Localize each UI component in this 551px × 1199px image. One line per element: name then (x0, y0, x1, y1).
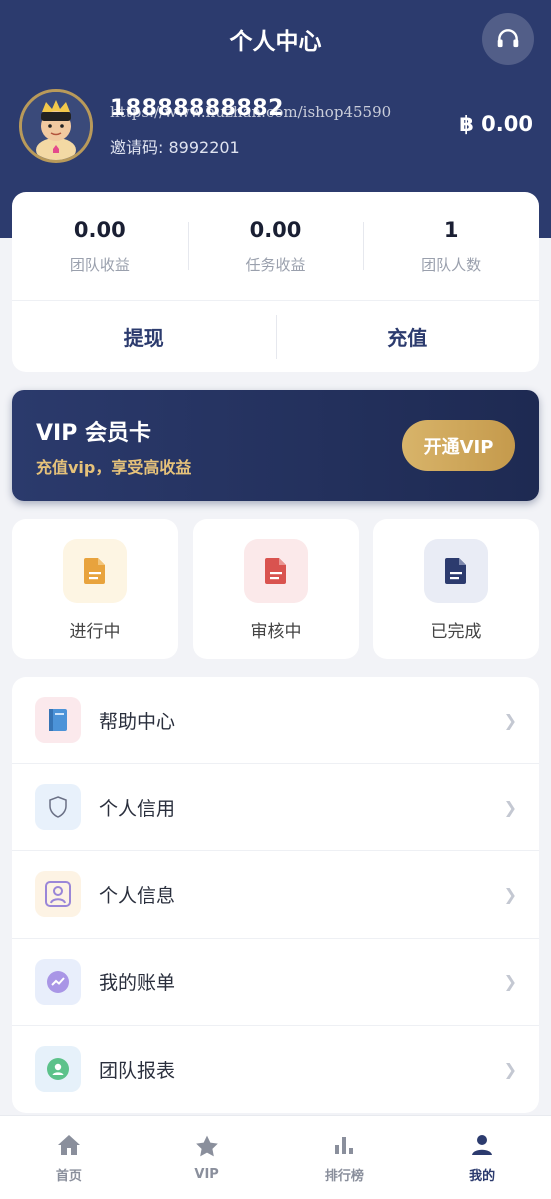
menu-item-my-bill[interactable]: 我的账单 ❯ (12, 939, 539, 1026)
menu-icon-wrap (35, 697, 81, 744)
username: 18888888882 (110, 96, 284, 121)
headset-icon (497, 29, 519, 48)
chevron-right-icon: ❯ (503, 972, 517, 992)
chevron-right-icon: ❯ (503, 710, 517, 730)
open-vip-button[interactable]: 开通VIP (402, 420, 515, 471)
tab-vip[interactable]: VIP (138, 1116, 276, 1199)
stat-value: 0.00 (249, 217, 302, 242)
task-completed[interactable]: 已完成 (373, 519, 539, 659)
stat-label: 任务收益 (245, 255, 306, 274)
avatar[interactable] (19, 89, 93, 163)
book-icon (49, 709, 67, 732)
stats-card: 0.00 团队收益 0.00 任务收益 1 团队人数 提现 充值 (12, 192, 539, 372)
tab-label: 排行榜 (324, 1169, 364, 1184)
task-label: 已完成 (430, 622, 482, 642)
page-title: 个人中心 (229, 29, 322, 55)
menu-label: 个人信息 (99, 884, 176, 907)
vip-card[interactable]: VIP 会员卡 充值vip，享受高收益 开通VIP (12, 390, 539, 501)
avatar-cartoon-icon (22, 92, 90, 160)
file-icon (445, 558, 466, 584)
stat-value: 0.00 (73, 217, 126, 242)
task-under-review[interactable]: 审核中 (193, 519, 359, 659)
file-icon (265, 558, 286, 584)
file-icon (84, 558, 105, 584)
task-icon-wrap (424, 539, 488, 603)
action-row: 提现 充值 (12, 301, 539, 372)
menu-item-personal-info[interactable]: 个人信息 ❯ (12, 851, 539, 939)
menu-label: 帮助中心 (99, 710, 176, 733)
bottom-tab-bar: 首页 VIP 排行榜 我的 (0, 1115, 551, 1199)
menu-item-personal-credit[interactable]: 个人信用 ❯ (12, 764, 539, 852)
menu-item-team-report[interactable]: 团队报表 ❯ (12, 1026, 539, 1113)
menu-list: 帮助中心 ❯ 个人信用 ❯ 个人信息 ❯ 我的账单 ❯ 团队报表 ❯ (12, 677, 539, 1113)
stat-team-size: 1 团队人数 (363, 192, 539, 300)
task-icon-wrap (63, 539, 127, 603)
menu-icon-wrap (35, 1046, 81, 1093)
trend-chart-icon (47, 970, 69, 993)
chevron-right-icon: ❯ (503, 797, 517, 817)
invite-code: 邀请码: 8992201 (110, 134, 240, 158)
menu-label: 团队报表 (99, 1059, 176, 1082)
menu-label: 我的账单 (99, 972, 176, 995)
task-label: 审核中 (250, 622, 302, 642)
tab-label: VIP (194, 1167, 219, 1182)
star-icon (193, 1133, 221, 1161)
tab-label: 我的 (469, 1169, 496, 1184)
task-label: 进行中 (69, 622, 121, 642)
stat-task-income: 0.00 任务收益 (187, 192, 364, 300)
menu-icon-wrap (35, 958, 81, 1005)
task-in-progress[interactable]: 进行中 (12, 519, 178, 659)
user-icon (468, 1131, 496, 1159)
menu-icon-wrap (35, 871, 81, 918)
stat-label: 团队收益 (69, 255, 130, 274)
withdraw-button[interactable]: 提现 (12, 301, 276, 372)
team-icon (47, 1058, 69, 1081)
invite-code-label: 邀请码: 8992201 (110, 138, 240, 157)
chevron-right-icon: ❯ (503, 1059, 517, 1079)
profile-card-icon (45, 881, 71, 908)
shield-icon (49, 796, 67, 819)
bar-chart-icon (330, 1131, 358, 1159)
stat-team-income: 0.00 团队收益 (12, 192, 188, 300)
tab-label: 首页 (55, 1169, 82, 1184)
vip-title: VIP 会员卡 (36, 421, 151, 446)
vip-subtitle: 充值vip，享受高收益 (36, 458, 192, 477)
balance: ฿ 0.00 (459, 112, 533, 136)
tab-home[interactable]: 首页 (0, 1116, 138, 1199)
menu-icon-wrap (35, 784, 81, 831)
tab-mine[interactable]: 我的 (413, 1116, 551, 1199)
stat-label: 团队人数 (421, 255, 482, 274)
task-icon-wrap (244, 539, 308, 603)
chevron-right-icon: ❯ (503, 884, 517, 904)
customer-service-button[interactable] (482, 13, 534, 65)
menu-item-help-center[interactable]: 帮助中心 ❯ (12, 677, 539, 765)
tab-leaderboard[interactable]: 排行榜 (276, 1116, 414, 1199)
recharge-button[interactable]: 充值 (275, 301, 540, 372)
stats-row: 0.00 团队收益 0.00 任务收益 1 团队人数 (12, 192, 539, 300)
menu-label: 个人信用 (99, 797, 176, 820)
home-icon (55, 1131, 83, 1159)
stat-value: 1 (443, 217, 459, 242)
